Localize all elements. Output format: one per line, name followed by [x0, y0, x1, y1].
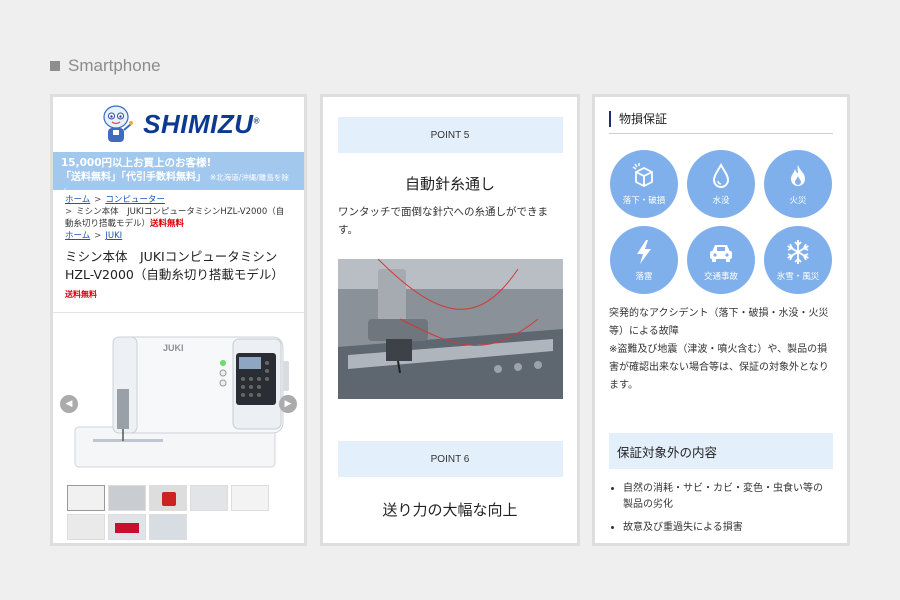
section-label: Smartphone	[68, 56, 161, 75]
point-6-label: POINT 6	[337, 441, 563, 477]
carousel-prev-button[interactable]: ◀	[60, 395, 78, 413]
phone-screen-warranty: 物損保証 落下・破損 水没 火災 落雷 交通事故 氷雪・風災 突発的なアクシデン…	[595, 97, 847, 543]
coverage-icon-grid: 落下・破損 水没 火災 落雷 交通事故 氷雪・風災	[595, 150, 847, 294]
thumbnail[interactable]	[108, 485, 146, 511]
thumbnail[interactable]	[149, 485, 187, 511]
thumbnail[interactable]	[231, 485, 269, 511]
coverage-description: 突発的なアクシデント（落下・破損・水没・火災等）による故障 ※盗難及び地震（津波…	[609, 308, 829, 391]
divider	[53, 312, 304, 313]
broken-box-icon	[632, 163, 653, 188]
coverage-car-accident: 交通事故	[687, 226, 755, 294]
snowflake-icon	[787, 240, 809, 264]
list-item: 故意及び重過失による損害	[623, 520, 829, 536]
thumbnail[interactable]	[67, 514, 105, 540]
flame-icon	[791, 165, 805, 186]
thumbnail[interactable]	[67, 485, 105, 511]
carousel-next-button[interactable]: ▶	[279, 395, 297, 413]
sewing-machine-image: JUKI	[74, 336, 289, 468]
thumbnail[interactable]	[190, 485, 228, 511]
list-item: 自然の消耗・サビ・カビ・変色・虫食い等の製品の劣化	[623, 481, 829, 513]
feature-title: 送り力の大幅な向上	[382, 501, 518, 519]
site-header: SHIMIZU®	[53, 99, 304, 149]
breadcrumb-home-2[interactable]: ホーム	[65, 231, 90, 241]
thumbnail[interactable]	[149, 514, 187, 540]
coverage-lightning: 落雷	[610, 226, 678, 294]
coverage-fire: 火災	[764, 150, 832, 218]
thumbnail-strip	[53, 479, 304, 540]
excluded-heading: 保証対象外の内容	[609, 433, 833, 469]
breadcrumb-category[interactable]: コンピューター	[105, 195, 165, 205]
breadcrumb-brand[interactable]: JUKI	[105, 231, 122, 241]
free-shipping-tag: 送料無料	[65, 290, 97, 299]
breadcrumb: ホーム > コンピューター > ミシン本体 JUKIコンピュータミシンHZL-V200…	[65, 195, 285, 241]
thumbnail[interactable]	[108, 514, 146, 540]
brand-logo[interactable]: SHIMIZU®	[143, 109, 260, 140]
breadcrumb-home[interactable]: ホーム	[65, 195, 90, 205]
feature-description: ワンタッチで面倒な針穴への糸通しができます。	[338, 206, 548, 236]
section-heading: Smartphone	[50, 56, 161, 76]
phone-screen-product: SHIMIZU® 15,000円以上お買上のお客様! 「送料無料」「代引手数料無…	[53, 97, 304, 543]
car-icon	[710, 245, 732, 262]
product-title: ミシン本体 JUKIコンピュータミシンHZL-V2000（自動糸切り搭載モデル）…	[53, 242, 304, 304]
coverage-snow-wind: 氷雪・風災	[764, 226, 832, 294]
free-shipping-tag: 送料無料	[150, 219, 185, 229]
free-shipping-banner[interactable]: 15,000円以上お買上のお客様! 「送料無料」「代引手数料無料」 ※北海道/沖縄…	[53, 152, 304, 196]
mascot-icon	[103, 105, 134, 142]
svg-text:JUKI: JUKI	[163, 343, 184, 353]
phone-screen-features: POINT 5 自動針糸通し ワンタッチで面倒な針穴への糸通しができます。 PO…	[323, 97, 577, 543]
point-5-label: POINT 5	[337, 117, 563, 153]
coverage-drop-damage: 落下・破損	[610, 150, 678, 218]
square-bullet-icon	[50, 61, 60, 71]
needle-threading-photo	[337, 259, 563, 399]
water-drop-icon	[712, 162, 730, 188]
divider	[609, 133, 833, 134]
lightning-icon	[637, 240, 651, 264]
excluded-list: 自然の消耗・サビ・カビ・変色・虫食い等の製品の劣化 故意及び重過失による損害	[595, 481, 847, 536]
warranty-heading: 物損保証	[609, 111, 833, 127]
feature-title: 自動針糸通し	[404, 175, 495, 193]
product-image-carousel[interactable]: JUKI ◀ ▶	[53, 319, 304, 479]
coverage-water: 水没	[687, 150, 755, 218]
banner-line1: 15,000円以上お買上のお客様!	[61, 157, 212, 169]
